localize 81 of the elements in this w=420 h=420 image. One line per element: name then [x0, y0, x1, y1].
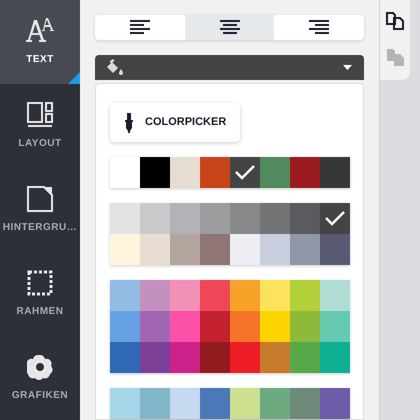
layout-icon	[27, 102, 53, 128]
color-swatch[interactable]	[290, 203, 320, 234]
color-swatch[interactable]	[140, 280, 170, 311]
color-swatch[interactable]	[140, 203, 170, 234]
frame-icon	[27, 270, 53, 296]
color-swatch[interactable]	[260, 157, 290, 188]
color-swatch[interactable]	[230, 388, 260, 419]
sidebar-tab[interactable]: LAYOUT	[0, 84, 80, 168]
color-swatch[interactable]	[260, 388, 290, 419]
color-swatch[interactable]	[320, 311, 350, 342]
color-swatch[interactable]	[260, 203, 290, 234]
color-swatch[interactable]	[230, 234, 260, 265]
fill-dropdown[interactable]	[95, 54, 364, 80]
color-swatch[interactable]	[110, 342, 140, 373]
color-swatch[interactable]	[320, 280, 350, 311]
color-swatch[interactable]	[290, 157, 320, 188]
color-swatch[interactable]	[170, 388, 200, 419]
color-swatch[interactable]	[110, 203, 140, 234]
color-swatch[interactable]	[260, 311, 290, 342]
align-right-icon	[309, 20, 330, 34]
check-icon	[325, 211, 345, 226]
color-swatch[interactable]	[230, 280, 260, 311]
color-swatch[interactable]	[320, 157, 350, 188]
color-swatch[interactable]	[140, 311, 170, 342]
color-swatch[interactable]	[320, 342, 350, 373]
sidebar-tab[interactable]: RAHMEN	[0, 252, 80, 336]
check-icon	[235, 165, 255, 180]
align-button[interactable]	[95, 15, 185, 40]
color-swatch[interactable]	[290, 280, 320, 311]
color-swatch[interactable]	[140, 342, 170, 373]
color-swatch[interactable]	[230, 203, 260, 234]
corner-marker	[68, 72, 80, 84]
color-swatch[interactable]	[260, 234, 290, 265]
color-swatch[interactable]	[110, 388, 140, 419]
paint-bucket-icon	[107, 59, 125, 76]
color-swatch[interactable]	[260, 342, 290, 373]
color-swatch[interactable]	[290, 342, 320, 373]
color-swatch[interactable]	[290, 234, 320, 265]
color-swatch[interactable]	[170, 157, 200, 188]
color-swatch[interactable]	[110, 234, 140, 265]
sidebar-tab[interactable]: GRAFIKEN	[0, 336, 80, 420]
flower-icon	[27, 354, 53, 380]
color-swatch[interactable]	[290, 311, 320, 342]
color-swatch[interactable]	[200, 234, 230, 265]
color-swatch[interactable]	[140, 234, 170, 265]
page-icon	[27, 186, 53, 212]
colorpicker-button[interactable]: COLORPICKER	[110, 103, 240, 142]
sidebar-tab[interactable]: HINTERGRU…	[0, 168, 80, 252]
font-size-icon	[26, 18, 54, 44]
color-swatch[interactable]	[290, 388, 320, 419]
color-swatch[interactable]	[320, 388, 350, 419]
color-swatch[interactable]	[200, 311, 230, 342]
eyedropper-icon	[125, 112, 133, 132]
color-swatch[interactable]	[230, 157, 260, 188]
color-swatch[interactable]	[200, 388, 230, 419]
color-swatch[interactable]	[230, 342, 260, 373]
color-swatch[interactable]	[170, 280, 200, 311]
color-swatch[interactable]	[170, 203, 200, 234]
color-swatch[interactable]	[140, 388, 170, 419]
align-button[interactable]	[184, 15, 274, 40]
color-swatch[interactable]	[170, 342, 200, 373]
color-swatch[interactable]	[140, 157, 170, 188]
color-swatch[interactable]	[110, 280, 140, 311]
color-swatch[interactable]	[200, 203, 230, 234]
color-swatch[interactable]	[170, 311, 200, 342]
align-button[interactable]	[274, 15, 364, 40]
sidebar-tab[interactable]: TEXT	[0, 0, 80, 84]
color-swatch[interactable]	[230, 311, 260, 342]
align-center-icon	[220, 20, 240, 34]
color-swatch[interactable]	[260, 280, 290, 311]
color-swatch[interactable]	[170, 234, 200, 265]
color-swatch[interactable]	[110, 311, 140, 342]
color-swatch[interactable]	[200, 280, 230, 311]
color-swatch[interactable]	[200, 157, 230, 188]
align-left-icon	[130, 20, 150, 34]
color-swatch[interactable]	[110, 157, 140, 188]
color-swatch[interactable]	[200, 342, 230, 373]
color-swatch[interactable]	[320, 234, 350, 265]
color-swatch[interactable]	[320, 203, 350, 234]
dropdown-caret-icon	[343, 64, 352, 70]
copy-icon[interactable]	[386, 12, 404, 30]
